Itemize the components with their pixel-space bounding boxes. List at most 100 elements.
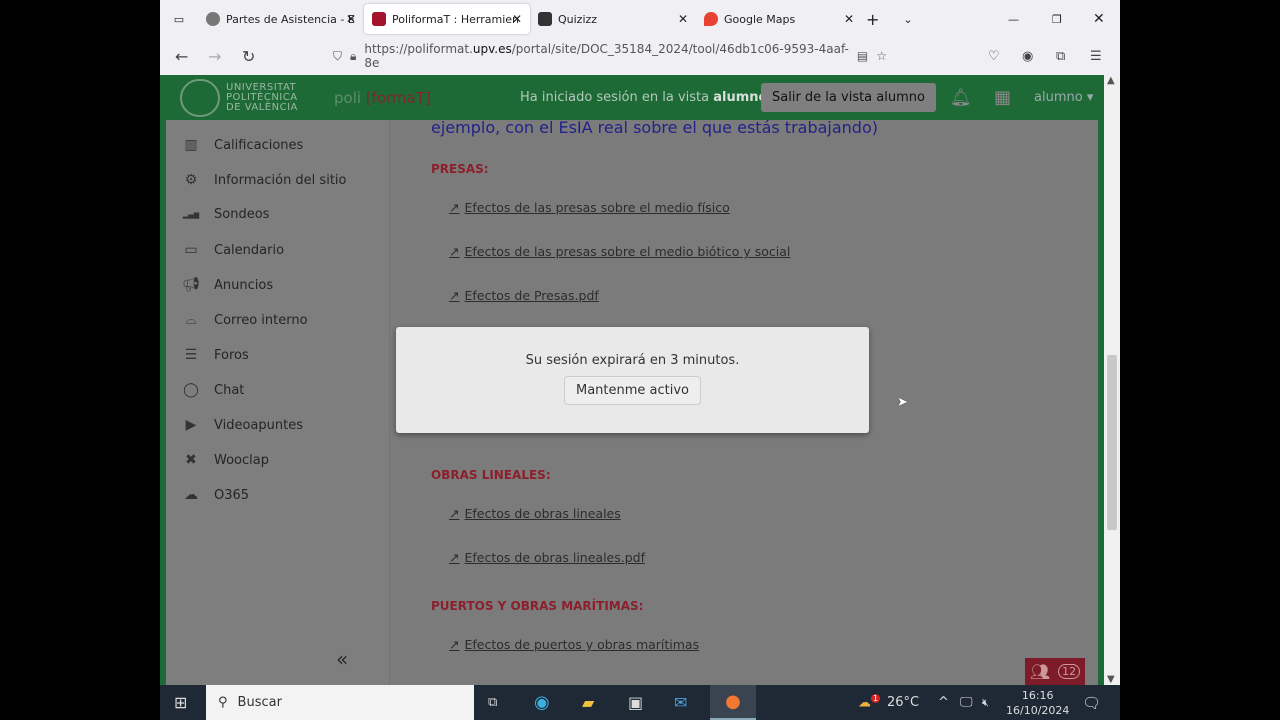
network-icon[interactable]: 🖵︎ [960,695,973,710]
apps-grid-icon[interactable]: ▦ [994,87,1011,108]
close-icon[interactable]: ✕ [512,12,522,26]
resource-link[interactable]: ↗ Efectos de Presas.pdf [449,288,599,303]
chat-icon: ◯ [183,382,199,398]
taskbar-search[interactable]: ⚲ Buscar [206,685,474,720]
external-link-icon: ↗ [449,244,460,259]
file-explorer-icon[interactable]: ▰ [582,693,594,712]
menu-icon[interactable]: ☰ [1090,49,1102,64]
keep-alive-button[interactable]: Mantenme activo [563,376,702,405]
sidebar-item-label: Videoapuntes [214,417,303,433]
sidebar-item-label: Anuncios [214,277,274,293]
weather-icon[interactable]: ☁ 1 [858,694,881,711]
sidebar-item-label: Calendario [214,242,285,258]
notifications-icon[interactable]: 🗨︎ [1082,694,1101,712]
restore-icon[interactable]: ❐ [1052,13,1062,26]
sidebar-item-informaci-n-del-sitio[interactable]: ⚙ Información del sitio [182,172,347,188]
scroll-down-icon[interactable]: ▼ [1107,674,1115,685]
store-icon[interactable]: ▣ [628,693,643,712]
sidebar: ▥ Calificaciones ⚙ Información del sitio ▂▄▆… [166,120,390,685]
chevron-down-icon[interactable]: ⌄ [903,13,912,26]
scroll-up-icon[interactable]: ▲ [1107,75,1115,86]
star-icon[interactable]: ☆ [876,49,887,63]
reader-icon[interactable]: ▤ [857,49,868,63]
nav-bar: ← → ↻ ⛉ 🔒︎ https://poliformat.upv.es/port… [160,38,1120,75]
reload-icon[interactable]: ↻ [242,47,255,66]
link-text: Efectos de Presas.pdf [464,288,599,303]
sidebar-item-label: Chat [214,382,245,398]
account-icon[interactable]: ◉ [1022,49,1033,64]
bell-icon[interactable]: 🔔︎ [950,88,972,108]
video-icon: ▶ [185,417,197,433]
close-icon[interactable]: ✕ [844,12,854,26]
url-text: https://poliformat.upv.es/portal/site/DO… [364,42,849,70]
sidebar-item-o365[interactable]: ☁ O365 [182,487,249,503]
edge-icon[interactable]: ◉ [534,692,550,713]
favicon [538,12,552,26]
close-icon[interactable]: ✕ [678,12,688,26]
section-heading: PUERTOS Y OBRAS MARÍTIMAS: [431,599,644,613]
resource-link[interactable]: ↗ Efectos de las presas sobre el medio fí… [449,200,730,215]
tab-list-icon[interactable]: ▭ [160,13,198,26]
pocket-icon[interactable]: ♡ [988,49,1000,64]
tab-bar: ▭ Partes de Asistencia - E ✕ PoliformaT :… [160,0,1120,38]
link-text: Efectos de obras lineales.pdf [464,550,645,565]
sidebar-item-videoapuntes[interactable]: ▶ Videoapuntes [182,417,303,433]
mouse-cursor-icon: ➤ [897,395,908,410]
sidebar-item-calendario[interactable]: ▭ Calendario [182,242,284,258]
users-icon: 👥︎ [1029,662,1051,681]
mail-icon[interactable]: ✉ [674,693,687,712]
gear-icon: ⚙ [184,172,198,188]
clock[interactable]: 16:16 16/10/2024 [1006,688,1069,718]
tray-chevron-icon[interactable]: ^ [938,695,949,710]
resource-link[interactable]: ↗ Efectos de obras lineales [449,506,621,521]
sidebar-item-correo-interno[interactable]: ⌓ Correo interno [182,312,307,328]
sidebar-item-chat[interactable]: ◯ Chat [182,382,244,398]
windows-start-icon[interactable]: ⊞ [174,693,187,712]
close-window-icon[interactable]: ✕ [1093,11,1105,27]
poliformat-logo: poli [formaT] [334,88,431,107]
poll-icon: ▂▄▆ [182,210,200,219]
wooclap-icon: ✖ [185,452,197,468]
new-tab-icon[interactable]: + [866,10,879,29]
address-bar[interactable]: ⛉ 🔒︎ https://poliformat.upv.es/portal/sit… [325,42,895,70]
external-link-icon: ↗ [449,288,460,303]
link-text: Efectos de las presas sobre el medio bió… [464,244,791,259]
tab-partes[interactable]: Partes de Asistencia - E ✕ [198,4,364,34]
sidebar-item-anuncios[interactable]: 📢︎ Anuncios [182,277,273,293]
sidebar-item-label: Sondeos [214,207,270,222]
scrollbar[interactable]: ▲ ▼ [1104,75,1120,685]
external-link-icon: ↗ [449,637,460,652]
sidebar-item-calificaciones[interactable]: ▥ Calificaciones [182,137,303,153]
sidebar-item-foros[interactable]: ☰ Foros [182,347,249,363]
forward-icon[interactable]: → [208,47,221,66]
grades-icon: ▥ [184,137,198,153]
tab-label: PoliformaT : Herramien [392,12,520,26]
scrollbar-thumb[interactable] [1107,355,1117,530]
tab-label: Quizizz [558,12,598,26]
tab-label: Partes de Asistencia - E [226,12,355,26]
tab-quizizz[interactable]: Quizizz ✕ [530,4,696,34]
weather-temp[interactable]: 26°C [887,695,919,710]
exit-student-view-button[interactable]: Salir de la vista alumno [761,83,936,112]
firefox-icon[interactable]: ● [710,685,756,720]
back-icon[interactable]: ← [175,47,188,66]
sidebar-item-wooclap[interactable]: ✖ Wooclap [182,452,269,468]
user-menu[interactable]: alumno ▾ [1034,90,1093,105]
extensions-icon[interactable]: ⧉ [1056,49,1065,64]
tab-google-maps[interactable]: Google Maps ✕ [696,4,862,34]
sidebar-item-sondeos[interactable]: ▂▄▆ Sondeos [182,207,270,222]
collapse-sidebar-button[interactable]: « [336,647,348,671]
resource-link[interactable]: ↗ Efectos de puertos y obras marítimas [449,637,699,652]
task-view-icon[interactable]: ⧉ [488,695,497,710]
resource-link[interactable]: ↗ Efectos de obras lineales.pdf [449,550,645,565]
link-text: Efectos de obras lineales [464,506,621,521]
session-view-text: Ha iniciado sesión en la vista alumno. [520,90,772,105]
tab-poliformat[interactable]: PoliformaT : Herramien ✕ [364,4,530,34]
volume-muted-icon[interactable]: 🔇︎ [982,696,989,710]
upv-seal-icon [180,78,220,117]
close-icon[interactable]: ✕ [346,12,356,26]
resource-link[interactable]: ↗ Efectos de las presas sobre el medio bi… [449,244,790,259]
session-timeout-dialog: Su sesión expirará en 3 minutos. Mantenm… [396,327,869,433]
minimize-icon[interactable]: — [1008,13,1019,26]
presence-badge[interactable]: 👥︎ 12 [1025,658,1085,685]
